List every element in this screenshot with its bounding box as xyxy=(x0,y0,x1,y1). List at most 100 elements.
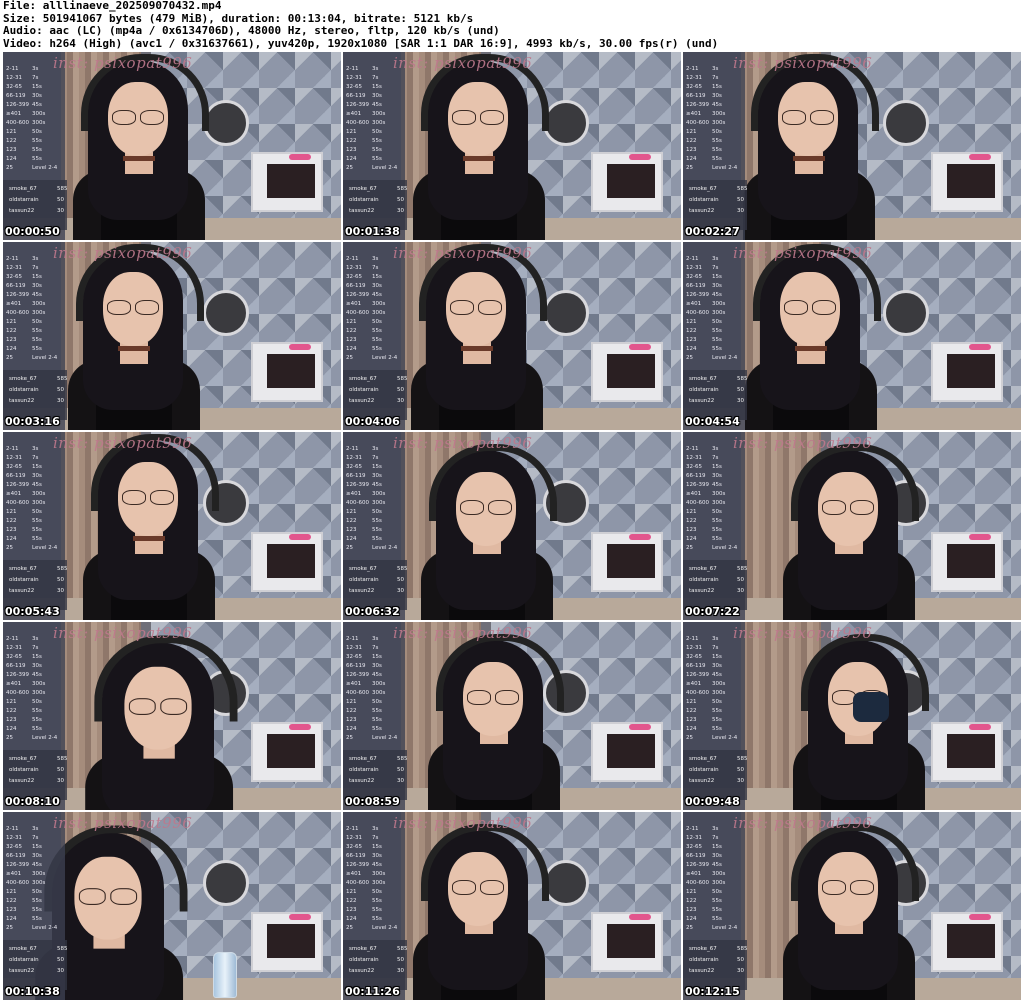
tip-duration: 55s xyxy=(32,156,42,162)
tip-menu-row: ≥401 300s xyxy=(6,681,45,687)
tip-menu-row: 121 50s xyxy=(686,889,722,895)
tip-duration: 55s xyxy=(712,337,722,343)
tip-menu-row: 32-65 15s xyxy=(6,274,42,280)
leaderboard-amount: 30 xyxy=(737,588,744,594)
pink-object xyxy=(629,154,651,160)
leaderboard-user: oldstarrain xyxy=(9,197,39,203)
tip-range: ≥401 xyxy=(346,871,362,877)
leaderboard-user: oldstarrain xyxy=(349,387,379,393)
tip-range: 121 xyxy=(6,319,17,325)
tip-menu-row: 121 50s xyxy=(346,509,382,515)
tip-range: 25 xyxy=(6,165,13,171)
tip-duration: 55s xyxy=(32,726,42,732)
streamer xyxy=(403,812,553,1000)
leaderboard-amount: 30 xyxy=(737,398,744,404)
tip-range: 32-65 xyxy=(686,464,702,470)
watermark: inst: psixopat996 xyxy=(53,814,193,832)
tip-duration: 55s xyxy=(712,328,722,334)
tip-range: 121 xyxy=(686,699,697,705)
tip-menu-row: 123 55s xyxy=(686,907,722,913)
tip-range: 12-31 xyxy=(686,835,702,841)
tip-menu-row: 124 55s xyxy=(686,156,722,162)
tip-menu-row: 122 55s xyxy=(346,898,382,904)
shelf-compartment xyxy=(267,734,315,768)
tip-menu-row: 2-11 3s xyxy=(686,826,718,832)
tip-duration: 7s xyxy=(372,265,379,271)
tip-menu-row: ≥401 300s xyxy=(346,301,385,307)
tip-range: 124 xyxy=(686,726,697,732)
tip-menu-row: 66-119 30s xyxy=(686,93,722,99)
tip-range: 25 xyxy=(346,735,353,741)
tip-menu-row: 25 Level 2-4 xyxy=(6,545,57,551)
tip-menu-row: 124 55s xyxy=(346,156,382,162)
leaderboard-amount: 50 xyxy=(397,767,404,773)
tip-duration: 50s xyxy=(712,699,722,705)
tip-range: 122 xyxy=(346,328,357,334)
tip-range: 122 xyxy=(686,898,697,904)
leaderboard-row: oldstarrain 50 xyxy=(9,767,64,773)
tip-duration: Level 2-4 xyxy=(712,735,738,741)
tip-menu-row: 32-65 15s xyxy=(6,844,42,850)
tip-range: 122 xyxy=(6,898,17,904)
tip-duration: 55s xyxy=(372,346,382,352)
tip-duration: 3s xyxy=(712,446,719,452)
leaderboard-row: oldstarrain 50 xyxy=(689,387,744,393)
tip-range: 32-65 xyxy=(346,654,362,660)
tip-range: 126-399 xyxy=(6,102,29,108)
tip-duration: 50s xyxy=(32,129,42,135)
tip-menu-row: 126-399 45s xyxy=(6,862,42,868)
tip-menu-row: 25 Level 2-4 xyxy=(346,355,397,361)
headphones-icon xyxy=(436,634,564,711)
tip-menu-row: 122 55s xyxy=(346,518,382,524)
tip-menu-row: 123 55s xyxy=(6,907,42,913)
tip-duration: 50s xyxy=(712,319,722,325)
video-thumbnail: 2-11 3s 12-31 7s 32-65 15s 66-119 30s 12… xyxy=(3,432,341,620)
tip-range: ≥401 xyxy=(6,491,22,497)
tip-menu-row: 121 50s xyxy=(346,889,382,895)
tip-range: 66-119 xyxy=(6,93,26,99)
watermark: inst: psixopat996 xyxy=(733,434,873,452)
tip-duration: 15s xyxy=(32,464,42,470)
tip-menu-row: 66-119 30s xyxy=(6,853,42,859)
bottle xyxy=(853,692,889,722)
tip-duration: 55s xyxy=(712,346,722,352)
tip-duration: Level 2-4 xyxy=(32,925,58,931)
pink-object xyxy=(629,914,651,920)
thumbnail-grid: 2-11 3s 12-31 7s 32-65 15s 66-119 30s 12… xyxy=(3,52,1021,1002)
tip-menu-row: 25 Level 2-4 xyxy=(686,925,737,931)
leaderboard-amount: 50 xyxy=(57,957,64,963)
tip-duration: 55s xyxy=(32,717,42,723)
pink-object xyxy=(969,914,991,920)
tip-duration: 3s xyxy=(32,66,39,72)
timestamp: 00:09:48 xyxy=(685,795,740,808)
tip-menu-row: 25 Level 2-4 xyxy=(686,735,737,741)
tip-range: 123 xyxy=(346,527,357,533)
tip-range: 124 xyxy=(686,916,697,922)
tip-range: 122 xyxy=(346,518,357,524)
tip-duration: 55s xyxy=(712,156,722,162)
tip-duration: 55s xyxy=(712,717,722,723)
tip-range: 123 xyxy=(686,337,697,343)
tip-range: 66-119 xyxy=(346,853,366,859)
leaderboard-amount: 30 xyxy=(737,208,744,214)
tip-menu-row: 124 55s xyxy=(6,916,42,922)
tip-range: 126-399 xyxy=(346,672,369,678)
tip-range: 121 xyxy=(686,509,697,515)
tip-duration: 50s xyxy=(712,509,722,515)
tip-range: 126-399 xyxy=(346,102,369,108)
tip-menu-row: 66-119 30s xyxy=(346,473,382,479)
tip-range: 400-600 xyxy=(6,690,29,696)
timestamp: 00:08:59 xyxy=(345,795,400,808)
tip-range: 124 xyxy=(6,916,17,922)
tip-duration: 300s xyxy=(32,301,46,307)
pink-object xyxy=(289,914,311,920)
leaderboard-amount: 30 xyxy=(397,398,404,404)
leaderboard-row: oldstarrain 50 xyxy=(689,577,744,583)
tip-menu-row: 2-11 3s xyxy=(6,66,38,72)
tip-range: 126-399 xyxy=(6,862,29,868)
tip-duration: 45s xyxy=(372,102,382,108)
tip-range: 124 xyxy=(6,156,17,162)
tip-duration: 55s xyxy=(32,337,42,343)
leaderboard-user: smoke_67 xyxy=(9,186,37,192)
leaderboard-user: tassun22 xyxy=(349,398,375,404)
